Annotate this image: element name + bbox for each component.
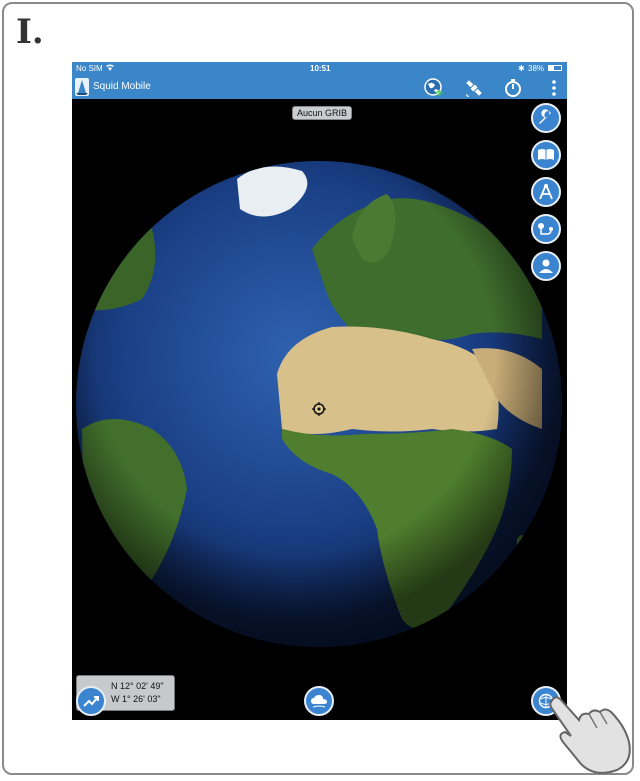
stopwatch-icon[interactable]	[503, 78, 523, 98]
pointing-hand-icon	[545, 690, 635, 780]
crosshair-icon	[312, 402, 326, 416]
step-label: I.	[16, 12, 44, 52]
wifi-icon	[106, 64, 114, 73]
battery-text: 38%	[528, 64, 545, 73]
trend-icon	[83, 693, 99, 714]
bluetooth-icon: ✱	[518, 64, 525, 73]
app-logo	[75, 78, 89, 96]
clock-text: 10:51	[310, 64, 331, 73]
route-button[interactable]	[531, 214, 561, 244]
cloud-icon	[310, 694, 328, 713]
battery-icon	[548, 65, 562, 71]
latitude-text: N 12° 02' 49"	[111, 681, 164, 691]
device-screen: No SIM 10:51 ✱ 38% Squid Mobile Aucun GR…	[72, 62, 567, 720]
globe-wifi-icon[interactable]	[424, 78, 444, 98]
trend-button[interactable]	[76, 686, 106, 716]
status-bar: No SIM 10:51 ✱ 38%	[72, 62, 567, 75]
app-toolbar: Squid Mobile	[72, 75, 567, 99]
satellite-icon[interactable]	[464, 78, 484, 98]
carrier-text: No SIM	[76, 64, 103, 73]
longitude-text: W 1° 26' 03"	[111, 694, 161, 704]
app-title: Squid Mobile	[93, 81, 151, 92]
compass-button[interactable]	[531, 177, 561, 207]
user-button[interactable]	[531, 251, 561, 281]
book-button[interactable]	[531, 140, 561, 170]
weather-button[interactable]	[304, 686, 334, 716]
wrench-button[interactable]	[531, 103, 561, 133]
grib-status-label: Aucun GRIB	[292, 106, 353, 120]
more-vert-icon[interactable]	[544, 78, 564, 98]
